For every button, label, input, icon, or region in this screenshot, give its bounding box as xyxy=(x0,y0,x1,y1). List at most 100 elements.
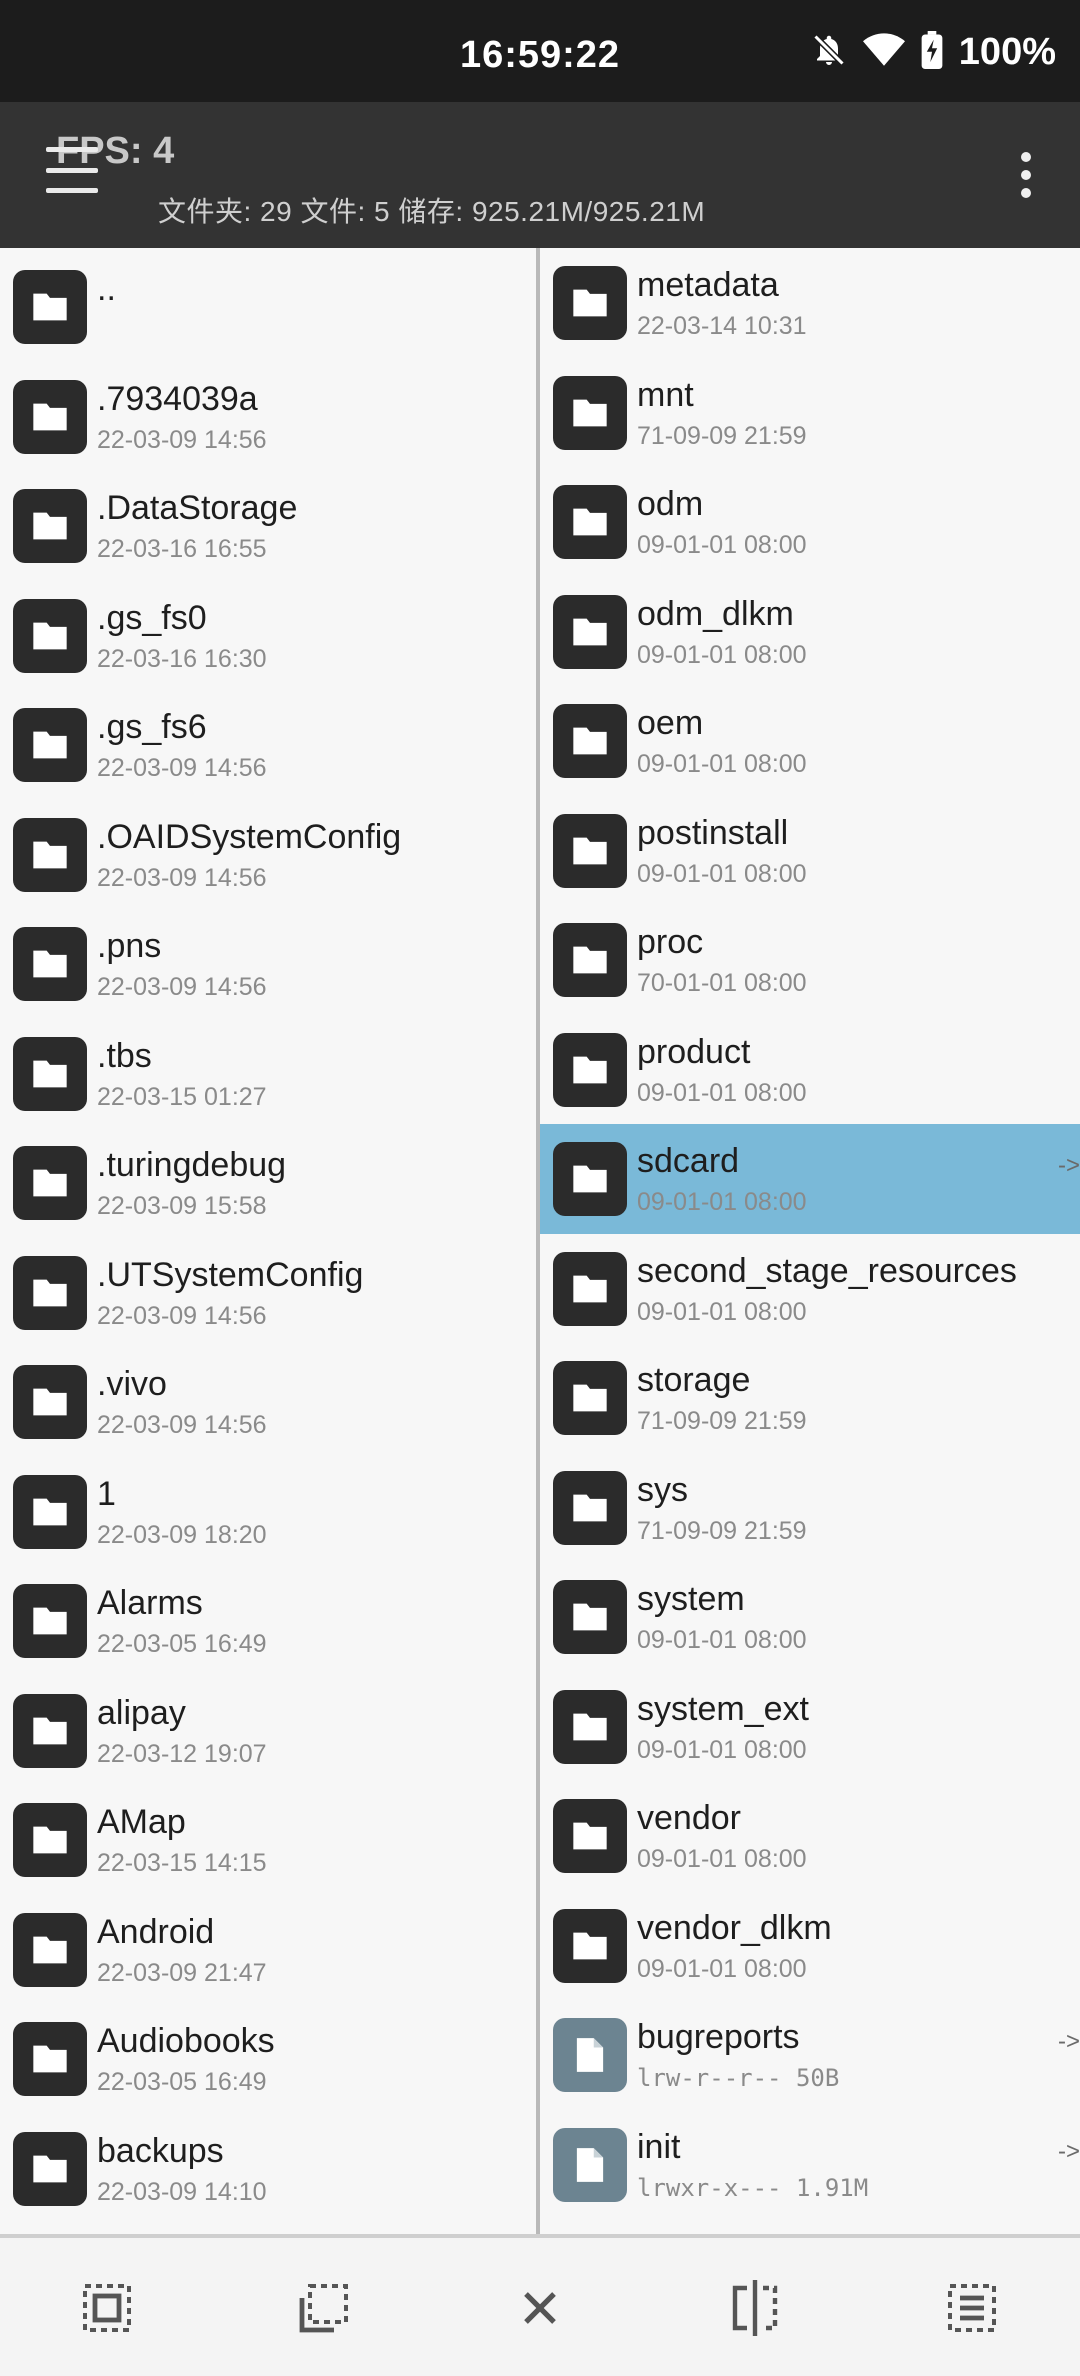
list-item[interactable]: postinstall 09-01-01 08:00 xyxy=(540,796,1080,906)
item-name: mnt xyxy=(637,375,694,414)
item-meta: 09-01-01 08:00 xyxy=(637,1297,807,1326)
list-item[interactable]: backups 22-03-09 14:10 xyxy=(0,2114,536,2224)
status-icons: 100% xyxy=(811,30,1056,74)
folder-icon xyxy=(13,1803,87,1877)
item-meta: lrwxr-x--- 1.91M xyxy=(637,2173,869,2202)
list-item[interactable]: sdcard 09-01-01 08:00 -> xyxy=(540,1124,1080,1234)
list-item[interactable]: product 09-01-01 08:00 xyxy=(540,1015,1080,1125)
list-item[interactable]: .vivo 22-03-09 14:56 xyxy=(0,1347,536,1457)
bottom-toolbar xyxy=(0,2238,1080,2376)
folder-icon xyxy=(553,594,627,669)
item-name: metadata xyxy=(637,266,779,304)
list-item[interactable]: storage 71-09-09 21:59 xyxy=(540,1343,1080,1453)
folder-icon xyxy=(13,379,87,454)
more-options-icon[interactable] xyxy=(1020,152,1032,198)
list-item[interactable]: .. xyxy=(0,252,536,362)
item-name: .. xyxy=(97,270,116,308)
folder-icon xyxy=(553,1142,627,1216)
item-name: sdcard xyxy=(637,1142,740,1180)
item-meta: 09-01-01 08:00 xyxy=(637,1078,807,1107)
bell-off-icon xyxy=(811,31,847,74)
item-meta: 22-03-05 16:49 xyxy=(97,1630,267,1658)
item-meta: 22-03-09 14:56 xyxy=(97,1301,267,1330)
select-range-icon[interactable] xyxy=(294,2278,354,2338)
list-item[interactable]: oem 09-01-01 08:00 xyxy=(540,686,1080,796)
list-item[interactable]: AMap 22-03-15 14:15 xyxy=(0,1785,536,1895)
list-item[interactable]: .turingdebug 22-03-09 15:58 xyxy=(0,1128,536,1238)
list-item[interactable]: odm_dlkm 09-01-01 08:00 xyxy=(540,577,1080,687)
symlink-arrow: -> xyxy=(1057,1152,1080,1179)
item-name: .UTSystemConfig xyxy=(97,1255,364,1294)
list-item[interactable]: metadata 22-03-14 10:31 xyxy=(540,248,1080,358)
menu-icon[interactable] xyxy=(46,147,98,193)
item-name: .DataStorage xyxy=(97,489,298,527)
folder-icon xyxy=(13,1036,87,1111)
folder-icon xyxy=(13,1912,87,1987)
item-name: postinstall xyxy=(637,813,789,852)
item-meta: 22-03-09 14:10 xyxy=(97,2177,267,2206)
folder-icon xyxy=(13,1255,87,1330)
item-name: second_stage_resources xyxy=(637,1251,1017,1290)
item-meta: 22-03-15 01:27 xyxy=(97,1082,267,1111)
item-meta: 70-01-01 08:00 xyxy=(637,969,807,997)
item-meta: lrw-r--r-- 50B xyxy=(637,2064,840,2092)
list-item[interactable]: vendor_dlkm 09-01-01 08:00 xyxy=(540,1891,1080,2001)
left-file-pane[interactable]: .. .7934039a 22-03-09 14:56 .DataStorage 22-… xyxy=(0,248,536,2238)
list-item[interactable]: .7934039a 22-03-09 14:56 xyxy=(0,362,536,472)
symlink-arrow: -> xyxy=(1057,2028,1080,2055)
list-item[interactable]: odm 09-01-01 08:00 xyxy=(540,467,1080,577)
item-name: .turingdebug xyxy=(97,1146,287,1184)
list-item[interactable]: .tbs 22-03-15 01:27 xyxy=(0,1019,536,1129)
list-item[interactable]: .pns 22-03-09 14:56 xyxy=(0,909,536,1019)
item-meta: 09-01-01 08:00 xyxy=(637,531,807,559)
list-item[interactable]: .UTSystemConfig 22-03-09 14:56 xyxy=(0,1238,536,1348)
folder-icon xyxy=(13,598,87,673)
list-item[interactable]: vendor 09-01-01 08:00 xyxy=(540,1781,1080,1891)
folder-icon xyxy=(13,2022,87,2096)
item-name: .gs_fs0 xyxy=(97,598,207,637)
item-name: product xyxy=(637,1032,751,1071)
close-icon[interactable] xyxy=(510,2278,570,2338)
item-meta: 22-03-09 14:56 xyxy=(97,425,267,454)
list-item[interactable]: Audiobooks 22-03-05 16:49 xyxy=(0,2004,536,2114)
folder-icon xyxy=(553,1908,627,1983)
select-all-icon[interactable] xyxy=(77,2278,137,2338)
item-meta: 09-01-01 08:00 xyxy=(637,750,807,778)
list-item[interactable]: sys 71-09-09 21:59 xyxy=(540,1453,1080,1563)
right-file-pane[interactable]: metadata 22-03-14 10:31 mnt 71-09-09 21:59 o… xyxy=(540,248,1080,2238)
item-meta: 22-03-09 14:56 xyxy=(97,863,267,892)
list-item[interactable]: proc 70-01-01 08:00 xyxy=(540,905,1080,1015)
list-item[interactable]: mnt 71-09-09 21:59 xyxy=(540,358,1080,468)
item-meta: 09-01-01 08:00 xyxy=(637,1188,807,1216)
item-meta: 71-09-09 21:59 xyxy=(637,1407,807,1435)
status-bar: 16:59:22 100% xyxy=(0,0,1080,102)
list-item[interactable]: system 09-01-01 08:00 xyxy=(540,1562,1080,1672)
list-item[interactable]: .gs_fs0 22-03-16 16:30 xyxy=(0,581,536,691)
item-meta: 22-03-09 21:47 xyxy=(97,1958,267,1987)
list-item[interactable]: system_ext 09-01-01 08:00 xyxy=(540,1672,1080,1782)
item-meta: 71-09-09 21:59 xyxy=(637,1516,807,1545)
list-item[interactable]: .OAIDSystemConfig 22-03-09 14:56 xyxy=(0,800,536,910)
item-name: .pns xyxy=(97,927,162,965)
list-item[interactable]: Android 22-03-09 21:47 xyxy=(0,1895,536,2005)
app-bar: FPS: 4 文件夹: 29 文件: 5 储存: 925.21M/925.21M xyxy=(0,102,1080,248)
item-name: Audiobooks xyxy=(97,2022,275,2060)
folder-icon xyxy=(553,1799,627,1873)
item-name: Android xyxy=(97,1912,215,1951)
split-view-icon[interactable] xyxy=(725,2278,785,2338)
list-item[interactable]: second_stage_resources 09-01-01 08:00 xyxy=(540,1234,1080,1344)
list-item[interactable]: .DataStorage 22-03-16 16:55 xyxy=(0,471,536,581)
list-item[interactable]: .gs_fs6 22-03-09 14:56 xyxy=(0,690,536,800)
file-icon xyxy=(553,2018,627,2092)
list-item[interactable]: alipay 22-03-12 19:07 xyxy=(0,1676,536,1786)
item-name: vendor_dlkm xyxy=(637,1908,832,1947)
list-item[interactable]: init lrwxr-x--- 1.91M -> xyxy=(540,2110,1080,2220)
item-name: proc xyxy=(637,923,704,961)
list-icon[interactable] xyxy=(942,2278,1002,2338)
item-meta: 22-03-09 14:56 xyxy=(97,973,267,1001)
item-name: sys xyxy=(637,1470,688,1509)
list-item[interactable]: Alarms 22-03-05 16:49 xyxy=(0,1566,536,1676)
item-name: Alarms xyxy=(97,1584,203,1622)
list-item[interactable]: 1 22-03-09 18:20 xyxy=(0,1457,536,1567)
list-item[interactable]: bugreports lrw-r--r-- 50B -> xyxy=(540,2000,1080,2110)
